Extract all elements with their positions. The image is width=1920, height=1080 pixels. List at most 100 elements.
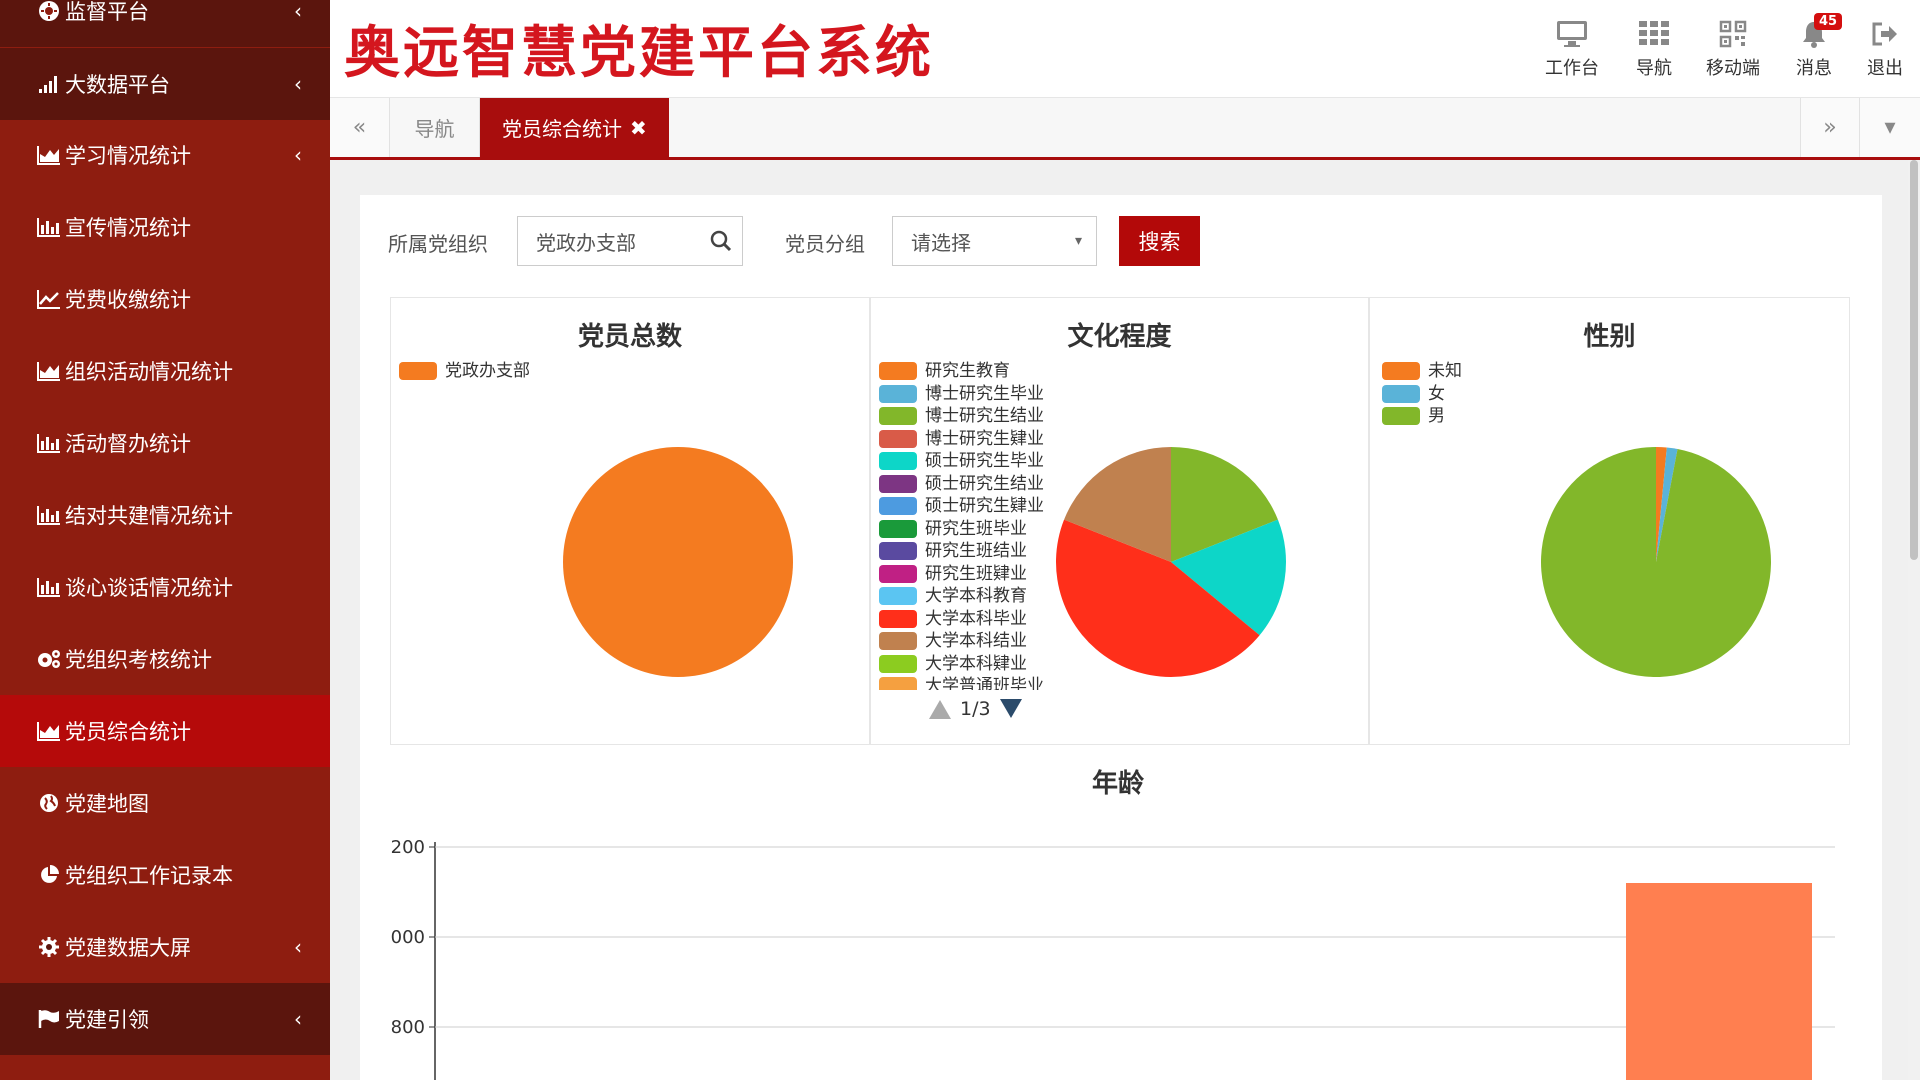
chevron-left-icon[interactable]: ‹ <box>294 72 302 96</box>
globe-icon <box>35 793 63 813</box>
sidebar-item-label: 组织活动情况统计 <box>65 360 233 384</box>
chevron-left-icon[interactable]: ‹ <box>294 0 302 23</box>
chevron-left-icon[interactable]: ‹ <box>294 143 302 167</box>
mobile-label: 移动端 <box>1706 58 1760 79</box>
gear-icon <box>35 937 63 957</box>
sidebar-item-label: 活动督办统计 <box>65 432 191 456</box>
qrcode-icon <box>1719 20 1747 48</box>
double-left-icon: « <box>352 115 367 140</box>
logout-button[interactable]: 退出 <box>1867 20 1903 80</box>
pie-chart-icon <box>35 865 63 885</box>
messages-button[interactable]: 45 消息 <box>1796 13 1843 80</box>
tab-member-stats[interactable]: 党员综合统计 ✖ <box>480 98 669 157</box>
area-chart-icon <box>35 145 63 165</box>
workbench-label: 工作台 <box>1545 58 1599 79</box>
sidebar-item[interactable]: 党建地图 <box>0 767 330 839</box>
caret-down-icon: ▾ <box>1884 115 1896 140</box>
education-pie <box>1056 447 1286 677</box>
tab-scroll-right[interactable]: » <box>1800 98 1860 157</box>
tab-bar: « 导航 党员综合统计 ✖ » ▾ <box>330 98 1920 160</box>
sidebar-item[interactable]: 党建引领 ‹ <box>0 983 330 1055</box>
sidebar-item[interactable]: 大数据平台 ‹ <box>0 48 330 120</box>
org-filter-label: 所属党组织 <box>388 232 488 256</box>
sidebar: 监督平台 ‹ 大数据平台 ‹ 学习情况统计 ‹ 宣传情况统计 党费收缴统计组织活动情况统计 活动… <box>0 0 330 1080</box>
tab-scroll-left[interactable]: « <box>330 98 390 157</box>
sidebar-item-label: 党组织工作记录本 <box>65 864 233 888</box>
sidebar-item[interactable]: 学习情况统计 ‹ <box>0 119 330 191</box>
sidebar-item[interactable]: 党建数据大屏 ‹ <box>0 911 330 983</box>
sidebar-item[interactable]: 组织活动情况统计 <box>0 335 330 407</box>
sidebar-item-label: 党组织考核统计 <box>65 648 212 672</box>
y-tick-label: 000 <box>391 927 425 948</box>
sidebar-item[interactable]: 宣传情况统计 <box>0 191 330 263</box>
sidebar-item-label: 党建数据大屏 <box>65 936 191 960</box>
sidebar-item-label: 党费收缴统计 <box>65 288 191 312</box>
gender-pie <box>1541 447 1771 677</box>
group-filter-value: 请选择 <box>911 230 971 255</box>
sidebar-item-label: 党员综合统计 <box>65 720 191 744</box>
sidebar-item[interactable]: 党组织工作记录本 <box>0 839 330 911</box>
sidebar-item-label: 监督平台 <box>65 0 149 24</box>
line-chart-icon <box>35 289 63 309</box>
gears-icon <box>35 649 63 669</box>
tab-nav-label: 导航 <box>414 117 455 141</box>
member-total-chart: 党员总数 党政办支部 <box>390 297 870 745</box>
nav-button[interactable]: 导航 <box>1636 20 1672 80</box>
group-filter-select[interactable]: 请选择 ▾ <box>892 216 1097 266</box>
chevron-left-icon[interactable]: ‹ <box>294 935 302 959</box>
sidebar-item[interactable]: 谈心谈话情况统计 <box>0 551 330 623</box>
member-total-pie <box>563 447 793 677</box>
sidebar-item-label: 学习情况统计 <box>65 144 191 168</box>
sidebar-item-label: 党建地图 <box>65 792 149 816</box>
bar-chart-icon <box>35 433 63 453</box>
monitor-icon <box>1557 21 1587 47</box>
age-title: 年龄 <box>1092 769 1145 799</box>
grid-icon <box>1639 21 1669 45</box>
message-count-badge: 45 <box>1814 13 1843 30</box>
bar-chart-icon <box>35 577 63 597</box>
sidebar-item[interactable]: 活动督办统计 <box>0 407 330 479</box>
sidebar-item-label: 谈心谈话情况统计 <box>65 576 233 600</box>
y-tick-label: 800 <box>391 1017 425 1038</box>
sidebar-item[interactable]: 监督平台 ‹ <box>0 0 330 47</box>
sign-out-icon <box>1872 22 1897 46</box>
top-header: 奥远智慧党建平台系统 工作台 导航 移动端 45 消息 退出 <box>330 0 1920 98</box>
sidebar-item[interactable]: 党组织考核统计 <box>0 623 330 695</box>
age-bar[interactable] <box>1626 883 1812 1080</box>
double-right-icon: » <box>1823 115 1837 140</box>
mobile-button[interactable]: 移动端 <box>1706 20 1760 80</box>
flag-icon <box>35 1009 63 1029</box>
pie-slice[interactable] <box>1541 447 1771 677</box>
bar-chart-icon <box>35 505 63 525</box>
nav-label: 导航 <box>1636 58 1672 79</box>
sidebar-item[interactable]: 党费收缴统计 <box>0 263 330 335</box>
education-chart: 文化程度 研究生教育 博士研究生毕业 博士研究生结业 博士研究生肄业 硕士研究生毕业 硕士… <box>870 297 1369 745</box>
search-button[interactable]: 搜索 <box>1119 216 1200 266</box>
pie-slice[interactable] <box>563 447 793 677</box>
search-icon[interactable] <box>710 230 732 252</box>
sidebar-item[interactable]: 党员综合统计 <box>0 695 330 767</box>
workbench-button[interactable]: 工作台 <box>1545 20 1599 80</box>
main-panel: 所属党组织 党政办支部 党员分组 请选择 ▾ 搜索 党员总数 党政办支部 文化程… <box>360 195 1882 1080</box>
app-title: 奥远智慧党建平台系统 <box>344 21 934 86</box>
signal-bars-icon <box>35 74 63 94</box>
page-scroll-thumb[interactable] <box>1910 160 1918 560</box>
select-arrow-icon: ▾ <box>1074 233 1082 249</box>
sidebar-item-label: 大数据平台 <box>65 73 170 97</box>
gender-chart: 性别 未知女男 <box>1369 297 1850 745</box>
tab-member-stats-label: 党员综合统计 <box>502 117 622 141</box>
sidebar-item-label: 宣传情况统计 <box>65 216 191 240</box>
sidebar-item[interactable]: 结对共建情况统计 <box>0 479 330 551</box>
area-chart-icon <box>35 361 63 381</box>
org-filter-input[interactable]: 党政办支部 <box>517 216 743 266</box>
logout-label: 退出 <box>1867 58 1903 79</box>
tab-options-dropdown[interactable]: ▾ <box>1860 98 1920 157</box>
gear-circle-icon <box>35 0 63 22</box>
area-chart-icon <box>35 721 63 741</box>
chevron-left-icon[interactable]: ‹ <box>294 1007 302 1031</box>
messages-label: 消息 <box>1796 58 1832 79</box>
sidebar-item-label: 结对共建情况统计 <box>65 504 233 528</box>
tab-close-icon[interactable]: ✖ <box>630 116 647 140</box>
sidebar-item-label: 党建引领 <box>65 1008 149 1032</box>
tab-nav[interactable]: 导航 <box>390 98 480 157</box>
